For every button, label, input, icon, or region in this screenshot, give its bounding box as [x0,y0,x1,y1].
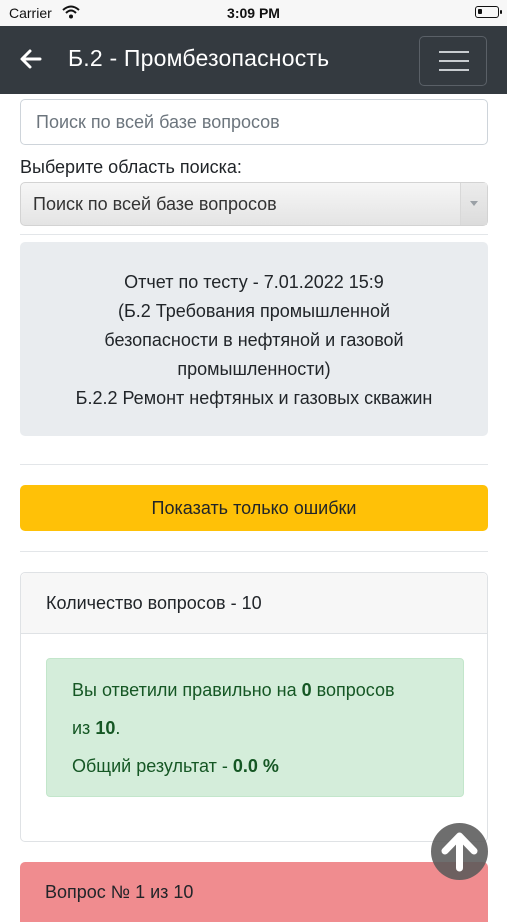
correct-count: 0 [301,680,312,700]
results-card: Количество вопросов - 10 Вы ответили пра… [20,572,488,842]
chevron-down-icon [460,183,487,225]
report-line: безопасности в нефтяной и газовой [104,330,404,350]
battery-icon [475,6,502,18]
arrow-up-icon [441,832,478,872]
result-line: из 10. [72,718,121,738]
total-count: 10 [95,718,116,738]
search-area-value: Поиск по всей базе вопросов [33,194,277,214]
questions-count: Количество вопросов - 10 [21,573,487,634]
search-area-select[interactable]: Поиск по всей базе вопросов [20,182,488,226]
scroll-top-button[interactable] [431,823,488,880]
result-line: Общий результат - 0.0 % [72,756,279,776]
show-errors-button[interactable]: Показать только ошибки [20,485,488,531]
divider [20,234,488,235]
page-title: Б.2 - Промбезопасность [68,45,330,71]
report-line: (Б.2 Требования промышленной [117,301,391,321]
result-line: Вы ответили правильно на 0 вопросов [72,680,395,700]
hamburger-icon [439,51,469,53]
app-navbar: Б.2 - Промбезопасность [0,26,507,94]
result-percent: 0.0 % [232,756,279,776]
report-line: Отчет по тесту - 7.01.2022 15:9 [124,272,384,292]
search-area-label: Выберите область поиска: [20,157,242,177]
arrow-left-icon[interactable] [18,44,44,74]
report-line: Б.2.2 Ремонт нефтяных и газовых скважин [75,388,433,408]
result-alert: Вы ответили правильно на 0 вопросов из 1… [46,658,464,797]
divider [20,551,488,552]
question-header[interactable]: Вопрос № 1 из 10 [20,862,488,922]
clock: 3:09 PM [227,5,280,21]
menu-button[interactable] [419,36,487,86]
divider [20,464,488,465]
search-input[interactable]: Поиск по всей базе вопросов [20,99,488,145]
test-report: Отчет по тесту - 7.01.2022 15:9 (Б.2 Тре… [20,242,488,436]
report-line: промышленности) [177,359,331,379]
status-bar: Carrier 3:09 PM [0,0,507,26]
